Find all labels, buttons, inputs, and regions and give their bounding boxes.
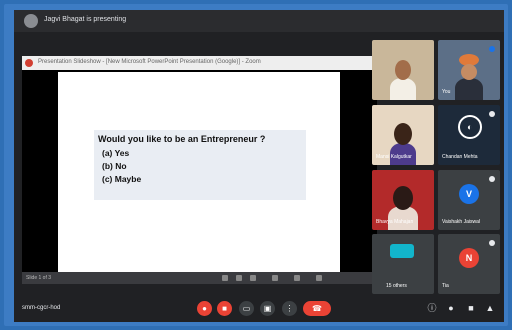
option-b: (b) No — [102, 161, 127, 171]
participant-name: Bhavya Mahajan — [376, 219, 414, 225]
present-icon: ▣ — [263, 304, 272, 313]
prev-slide-icon[interactable] — [222, 275, 228, 281]
question-box: Would you like to be an Entrepreneur ? (… — [94, 130, 306, 200]
participant-avatar: V — [459, 184, 479, 204]
participant-tile-others[interactable]: 15 others — [372, 234, 434, 294]
participant-face — [393, 186, 413, 210]
others-count: 15 others — [386, 283, 407, 289]
slideshow-controls: Slide 1 of 3 — [22, 272, 377, 284]
participant-name: Vaishakh Jaiswal — [442, 219, 480, 225]
participant-tile-3[interactable]: ◐ Chandan Mehta — [438, 105, 500, 165]
option-c: (c) Maybe — [102, 174, 142, 184]
participant-tile-1[interactable] — [372, 40, 434, 100]
participant-name: Tia — [442, 283, 449, 289]
participant-face — [394, 123, 412, 145]
presenting-label: Jagvi Bhagat is presenting — [44, 16, 127, 23]
participant-face — [461, 64, 477, 80]
info-icon[interactable]: ⓘ — [427, 303, 437, 313]
participant-avatar: N — [459, 248, 479, 268]
option-a: (a) Yes — [102, 148, 130, 158]
participant-figure — [390, 78, 416, 100]
pin-icon[interactable] — [489, 46, 495, 52]
chat-icon[interactable]: ■ — [466, 303, 476, 313]
participant-tile-6[interactable]: N Tia — [438, 234, 500, 294]
camera-toggle-button[interactable]: ■ — [217, 301, 232, 316]
end-show-icon[interactable] — [316, 275, 322, 281]
people-icon[interactable]: ● — [446, 303, 456, 313]
call-end-icon: ☎ — [312, 304, 322, 313]
mic-toggle-button[interactable]: ● — [197, 301, 212, 316]
pen-icon[interactable] — [250, 275, 256, 281]
settings-icon[interactable] — [294, 275, 300, 281]
shared-presentation[interactable]: Presentation Slideshow - [New Microsoft … — [22, 56, 377, 284]
participant-tile-4[interactable]: Bhavya Mahajan — [372, 170, 434, 230]
participant-name: Chandan Mehta — [442, 154, 478, 160]
slideshow-icon — [25, 59, 33, 67]
captions-button[interactable]: ▭ — [239, 301, 254, 316]
participant-tile-2[interactable]: Mansi Kalgutkar — [372, 105, 434, 165]
meet-window: Jagvi Bhagat is presenting Presentation … — [14, 10, 504, 322]
activities-icon[interactable]: ▲ — [485, 303, 495, 313]
more-options-button[interactable]: ⋮ — [282, 301, 297, 316]
obs-logo-icon: ◐ — [458, 115, 482, 139]
participant-tile-self[interactable]: You — [438, 40, 500, 100]
present-button[interactable]: ▣ — [260, 301, 275, 316]
closed-captions-icon: ▭ — [242, 304, 251, 313]
slide: Would you like to be an Entrepreneur ? (… — [58, 72, 340, 277]
participant-tile-5[interactable]: V Vaishakh Jaiswal — [438, 170, 500, 230]
mic-off-icon — [489, 176, 495, 182]
meeting-code: smm-cgcr-hod — [22, 305, 61, 311]
presenter-avatar — [24, 14, 38, 28]
participant-name: Mansi Kalgutkar — [376, 154, 412, 160]
poll-question: Would you like to be an Entrepreneur ? — [98, 134, 266, 144]
participant-face — [395, 60, 411, 80]
bottom-bar: smm-cgcr-hod ● ■ ▭ ▣ ⋮ ☎ ⓘ ● ■ ▲ — [14, 295, 504, 322]
mic-off-icon — [489, 111, 495, 117]
mic-off-icon: ● — [202, 304, 207, 313]
mic-off-icon — [489, 240, 495, 246]
others-icon — [390, 244, 414, 258]
participant-figure — [455, 78, 483, 100]
more-vert-icon: ⋮ — [285, 304, 294, 313]
next-slide-icon[interactable] — [236, 275, 242, 281]
camera-off-icon: ■ — [222, 304, 227, 313]
zoom-icon[interactable] — [272, 275, 278, 281]
presentation-titlebar: Presentation Slideshow - [New Microsoft … — [22, 56, 377, 70]
leave-call-button[interactable]: ☎ — [303, 301, 331, 316]
participant-name: You — [442, 89, 451, 95]
presenting-banner: Jagvi Bhagat is presenting — [14, 10, 504, 32]
slide-indicator: Slide 1 of 3 — [26, 275, 52, 281]
presentation-title: Presentation Slideshow - [New Microsoft … — [38, 59, 261, 65]
